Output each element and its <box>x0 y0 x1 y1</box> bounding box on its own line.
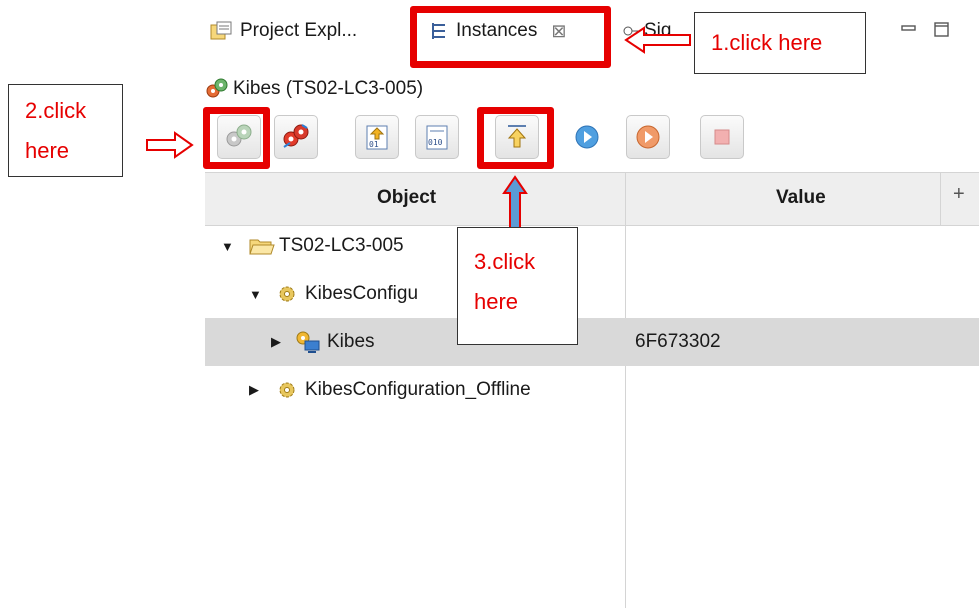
callout-text: here <box>25 138 70 163</box>
gear-network-icon <box>206 78 228 98</box>
folder-icon <box>249 239 275 255</box>
callout-text: 3.click <box>474 249 536 274</box>
expand-triangle-icon[interactable]: ▶ <box>249 382 267 398</box>
collapse-triangle-icon[interactable]: ▼ <box>249 287 267 302</box>
upload-binary-icon: 01 <box>366 125 388 150</box>
callout-text: 2.click <box>25 98 87 123</box>
project-explorer-icon <box>210 21 232 40</box>
add-column-icon[interactable]: + <box>953 183 965 206</box>
column-header-object[interactable]: Object <box>377 187 436 209</box>
column-divider[interactable] <box>940 173 941 225</box>
binary-file-icon: 010 <box>426 125 448 150</box>
stop-button[interactable] <box>700 115 744 159</box>
minimize-icon[interactable] <box>901 22 917 36</box>
right-arrow-annotation-icon <box>146 131 194 159</box>
tree-item-value: 6F673302 <box>635 331 721 352</box>
record-icon <box>636 125 660 149</box>
callout-text: 1.click here <box>711 30 823 55</box>
table-header: Object Value + <box>205 172 979 226</box>
upload-binary-button[interactable]: 01 <box>355 115 399 159</box>
binary-file-button[interactable]: 010 <box>415 115 459 159</box>
record-button[interactable] <box>626 115 670 159</box>
svg-text:01: 01 <box>369 140 379 149</box>
play-icon <box>575 125 599 149</box>
maximize-icon[interactable] <box>934 22 950 38</box>
tree-item-label: KibesConfigu <box>305 283 419 304</box>
expand-triangle-icon[interactable]: ▶ <box>271 334 289 350</box>
left-arrow-annotation-icon <box>624 26 691 54</box>
callout-step-2: 2.click here <box>8 84 123 177</box>
callout-step-1: 1.click here <box>694 12 866 74</box>
stop-icon <box>714 129 730 145</box>
gear-network-button[interactable] <box>274 115 318 159</box>
device-icon <box>296 331 320 353</box>
tree-item-label: TS02-LC3-005 <box>279 235 404 256</box>
tab-project-explorer[interactable]: Project Expl... <box>210 20 357 42</box>
tree-row-kibesconfiguration[interactable]: ▼ KibesConfigu <box>205 270 979 318</box>
config-gear-icon <box>279 286 295 302</box>
tree-row-ts02[interactable]: ▼ TS02-LC3-005 <box>205 222 979 270</box>
tree-item-label: Kibes <box>327 331 375 352</box>
tree-item-label: KibesConfiguration_Offline <box>305 379 531 400</box>
column-divider[interactable] <box>625 173 626 225</box>
config-gear-icon <box>279 382 295 398</box>
tree-row-kibes[interactable]: ▶ Kibes 6F673302 <box>205 318 979 366</box>
svg-text:010: 010 <box>428 138 443 147</box>
highlight-box-connect-button <box>203 107 270 169</box>
callout-text: here <box>474 289 519 314</box>
tree-row-kibesconfiguration-offline[interactable]: ▶ KibesConfiguration_Offline <box>205 366 979 414</box>
highlight-box-instances-tab <box>410 6 611 68</box>
callout-step-3: 3.click here <box>457 227 578 345</box>
play-button[interactable] <box>565 115 609 159</box>
highlight-box-upload-button <box>477 107 554 169</box>
collapse-triangle-icon[interactable]: ▼ <box>221 239 239 254</box>
panel-title: Kibes (TS02-LC3-005) <box>233 78 424 99</box>
gear-network-icon <box>283 124 309 148</box>
tab-label: Project Expl... <box>240 20 358 41</box>
column-header-value[interactable]: Value <box>776 187 826 209</box>
panel-title-bar: Kibes (TS02-LC3-005) <box>205 72 423 106</box>
